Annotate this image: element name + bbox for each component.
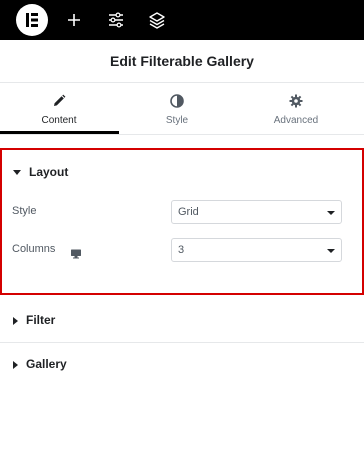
tab-content-label: Content (41, 115, 77, 126)
section-gallery-title: Gallery (26, 357, 67, 371)
section-layout-title: Layout (29, 165, 69, 179)
section-filter-header[interactable]: Filter (13, 299, 55, 342)
section-filter[interactable]: Filter (0, 299, 364, 343)
caret-right-icon (13, 360, 18, 369)
chevron-down-icon (327, 211, 335, 215)
sliders-icon[interactable] (104, 8, 128, 32)
section-layout-header[interactable]: Layout (13, 150, 68, 194)
tab-advanced[interactable]: Advanced (237, 82, 355, 134)
panel-tabs: Content Style Advanced (0, 82, 364, 135)
half-circle-icon (169, 93, 185, 109)
columns-select[interactable]: 3 (171, 238, 342, 262)
gear-icon (288, 93, 304, 109)
tab-content[interactable]: Content (0, 82, 118, 134)
elementor-logo-icon[interactable] (16, 4, 48, 36)
tab-advanced-label: Advanced (273, 115, 319, 126)
tab-style-label: Style (165, 115, 189, 126)
top-toolbar (0, 0, 364, 40)
style-select[interactable]: Grid (171, 200, 342, 224)
section-gallery-header[interactable]: Gallery (13, 343, 67, 385)
caret-right-icon (13, 316, 18, 325)
chevron-down-icon (327, 249, 335, 253)
tab-style[interactable]: Style (118, 82, 236, 134)
section-filter-title: Filter (26, 313, 56, 327)
layers-icon[interactable] (145, 8, 169, 32)
caret-down-icon (13, 170, 21, 176)
active-tab-indicator (0, 131, 119, 134)
columns-control-label: Columns (12, 243, 56, 255)
panel-title: Edit Filterable Gallery (0, 40, 364, 83)
plus-icon[interactable] (62, 8, 86, 32)
style-control-label: Style (12, 205, 37, 217)
desktop-icon[interactable] (70, 246, 82, 259)
columns-select-value: 3 (178, 244, 185, 256)
style-select-value: Grid (178, 206, 199, 218)
section-gallery[interactable]: Gallery (0, 343, 364, 385)
pencil-icon (51, 93, 67, 109)
